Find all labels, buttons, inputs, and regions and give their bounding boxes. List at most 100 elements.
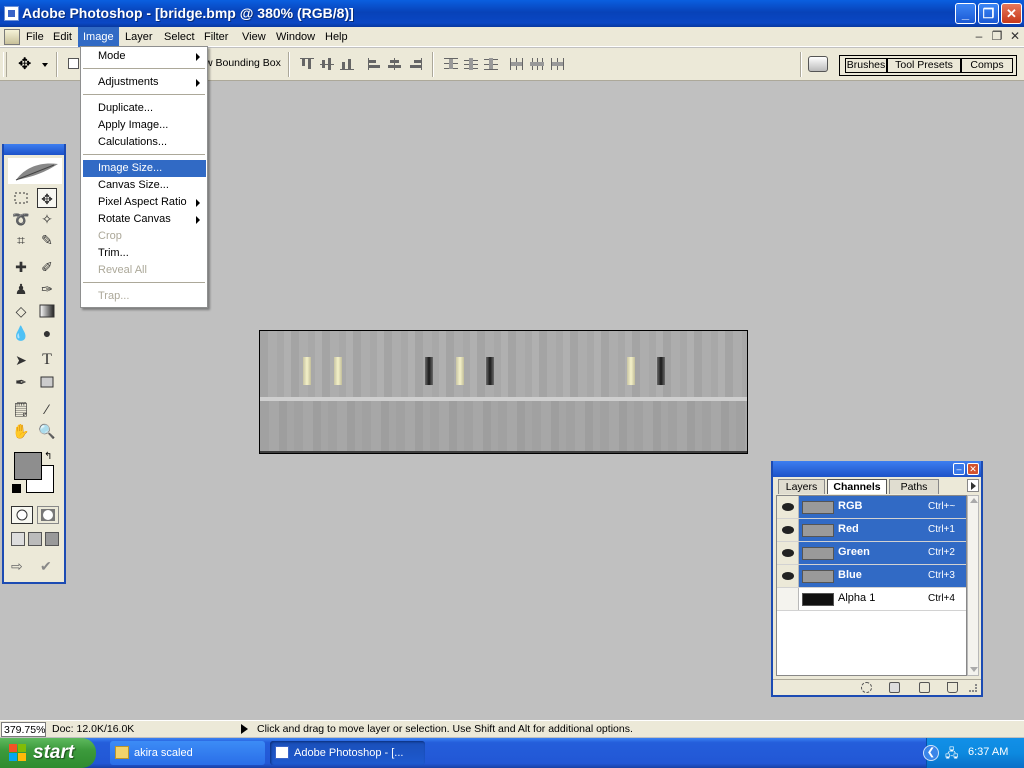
rectangle-tool-icon[interactable] bbox=[37, 372, 57, 392]
minimize-button[interactable]: _ bbox=[955, 3, 976, 24]
new-channel-icon[interactable] bbox=[919, 682, 930, 693]
feather-logo[interactable] bbox=[8, 158, 62, 184]
tab-layers[interactable]: Layers bbox=[778, 479, 825, 494]
doc-minimize-button[interactable]: – bbox=[972, 30, 986, 44]
history-brush-icon[interactable]: ✑ bbox=[37, 279, 57, 299]
swap-colors-icon[interactable]: ↰ bbox=[44, 451, 52, 462]
path-selection-icon[interactable]: ➤ bbox=[11, 350, 31, 370]
default-colors-icon[interactable] bbox=[12, 484, 21, 493]
scroll-down-icon[interactable] bbox=[970, 667, 978, 672]
align-right-icon[interactable] bbox=[408, 58, 422, 70]
tab-paths[interactable]: Paths bbox=[889, 479, 939, 494]
channel-row-green[interactable]: Green Ctrl+2 bbox=[777, 542, 966, 565]
document-canvas[interactable] bbox=[259, 330, 748, 454]
menu-file[interactable]: File bbox=[21, 27, 49, 47]
align-top-icon[interactable] bbox=[300, 58, 314, 70]
load-selection-icon[interactable] bbox=[861, 682, 872, 693]
zoom-tool-icon[interactable]: 🔍 bbox=[37, 421, 57, 441]
distribute-right-icon[interactable] bbox=[550, 58, 564, 70]
tab-tool-presets[interactable]: Tool Presets bbox=[887, 58, 961, 73]
menu-option-mode[interactable]: Mode bbox=[83, 48, 206, 65]
dodge-tool-icon[interactable]: ● bbox=[37, 323, 57, 343]
menu-option-duplicate[interactable]: Duplicate... bbox=[83, 100, 206, 117]
menu-option-canvas-size[interactable]: Canvas Size... bbox=[83, 177, 206, 194]
move-tool-preset-icon[interactable]: ✥ bbox=[18, 55, 42, 75]
status-menu-arrow-icon[interactable] bbox=[241, 724, 248, 734]
zoom-level-field[interactable]: 379.75% bbox=[1, 722, 46, 737]
menu-image[interactable]: Image bbox=[78, 27, 119, 47]
standard-mode-icon[interactable] bbox=[11, 506, 33, 524]
menu-option-adjustments[interactable]: Adjustments bbox=[83, 74, 206, 91]
eye-icon[interactable] bbox=[777, 542, 799, 564]
eye-icon[interactable] bbox=[777, 496, 799, 518]
move-tool-icon[interactable]: ✥ bbox=[37, 188, 57, 208]
type-tool-icon[interactable]: T bbox=[37, 350, 57, 370]
checkmark-icon[interactable]: ✔ bbox=[40, 558, 60, 576]
screen-mode-full-menu-icon[interactable] bbox=[28, 532, 42, 546]
menu-option-apply-image[interactable]: Apply Image... bbox=[83, 117, 206, 134]
distribute-horizontal-center-icon[interactable] bbox=[530, 58, 544, 70]
document-icon[interactable] bbox=[4, 29, 20, 45]
palette-menu-button[interactable] bbox=[967, 479, 979, 492]
file-browser-icon[interactable] bbox=[808, 56, 828, 72]
clock[interactable]: 6:37 AM bbox=[968, 746, 1008, 758]
menu-option-calculations[interactable]: Calculations... bbox=[83, 134, 206, 151]
show-hidden-icons-button[interactable]: ❮ bbox=[923, 745, 939, 761]
trash-icon[interactable] bbox=[947, 682, 958, 693]
scroll-up-icon[interactable] bbox=[970, 498, 978, 503]
distribute-vertical-center-icon[interactable] bbox=[464, 58, 478, 70]
screen-mode-full-icon[interactable] bbox=[45, 532, 59, 546]
tab-channels[interactable]: Channels bbox=[827, 479, 887, 494]
auto-select-checkbox[interactable] bbox=[68, 58, 79, 69]
eraser-tool-icon[interactable]: ◇ bbox=[11, 301, 31, 321]
menu-option-trim[interactable]: Trim... bbox=[83, 245, 206, 262]
tab-comps[interactable]: Comps bbox=[961, 58, 1013, 73]
slice-tool-icon[interactable]: ✎ bbox=[37, 230, 57, 250]
crop-tool-icon[interactable]: ⌗ bbox=[11, 230, 31, 250]
palette-title-bar[interactable]: – ✕ bbox=[773, 461, 981, 477]
palette-minimize-icon[interactable]: – bbox=[953, 463, 965, 475]
menu-option-rotate-canvas[interactable]: Rotate Canvas bbox=[83, 211, 206, 228]
quick-mask-icon[interactable] bbox=[37, 506, 59, 524]
menu-view[interactable]: View bbox=[237, 27, 271, 47]
eye-icon[interactable] bbox=[777, 519, 799, 541]
taskbar-item-photoshop[interactable]: Adobe Photoshop - [... bbox=[270, 741, 425, 765]
save-selection-icon[interactable] bbox=[889, 682, 900, 693]
gradient-tool-icon[interactable] bbox=[37, 301, 57, 321]
clone-stamp-icon[interactable]: ♟ bbox=[11, 279, 31, 299]
menu-help[interactable]: Help bbox=[320, 27, 353, 47]
channel-list-scrollbar[interactable] bbox=[967, 495, 979, 676]
lasso-tool-icon[interactable]: ➰ bbox=[11, 209, 31, 229]
visibility-toggle[interactable] bbox=[777, 588, 799, 610]
restore-button[interactable]: ❐ bbox=[978, 3, 999, 24]
align-vertical-center-icon[interactable] bbox=[320, 58, 334, 70]
options-grip[interactable] bbox=[3, 52, 7, 77]
distribute-top-icon[interactable] bbox=[444, 58, 458, 70]
hand-tool-icon[interactable]: ✋ bbox=[11, 421, 31, 441]
channel-row-blue[interactable]: Blue Ctrl+3 bbox=[777, 565, 966, 588]
foreground-color-swatch[interactable] bbox=[14, 452, 42, 480]
palette-close-icon[interactable]: ✕ bbox=[967, 463, 979, 475]
menu-filter[interactable]: Filter bbox=[199, 27, 233, 47]
doc-close-button[interactable]: ✕ bbox=[1008, 30, 1022, 44]
jump-to-imageready-icon[interactable]: ⇨ bbox=[11, 558, 39, 576]
channel-row-alpha-1[interactable]: Alpha 1 Ctrl+4 bbox=[777, 588, 966, 611]
healing-brush-icon[interactable]: ✚ bbox=[11, 257, 31, 277]
photoshop-app-icon[interactable] bbox=[4, 6, 19, 21]
magic-wand-icon[interactable]: ✧ bbox=[37, 209, 57, 229]
menu-window[interactable]: Window bbox=[271, 27, 320, 47]
eye-icon[interactable] bbox=[777, 565, 799, 587]
screen-mode-standard-icon[interactable] bbox=[11, 532, 25, 546]
menu-option-image-size[interactable]: Image Size... bbox=[83, 160, 206, 177]
menu-option-reveal-all[interactable]: Reveal All bbox=[83, 262, 206, 279]
align-horizontal-center-icon[interactable] bbox=[388, 58, 402, 70]
tab-brushes[interactable]: Brushes bbox=[845, 58, 887, 73]
menu-edit[interactable]: Edit bbox=[48, 27, 77, 47]
distribute-bottom-icon[interactable] bbox=[484, 58, 498, 70]
menu-option-trap[interactable]: Trap... bbox=[83, 288, 206, 305]
menu-select[interactable]: Select bbox=[159, 27, 200, 47]
menu-layer[interactable]: Layer bbox=[120, 27, 158, 47]
distribute-left-icon[interactable] bbox=[510, 58, 524, 70]
menu-option-crop[interactable]: Crop bbox=[83, 228, 206, 245]
marquee-tool-icon[interactable] bbox=[11, 188, 31, 208]
